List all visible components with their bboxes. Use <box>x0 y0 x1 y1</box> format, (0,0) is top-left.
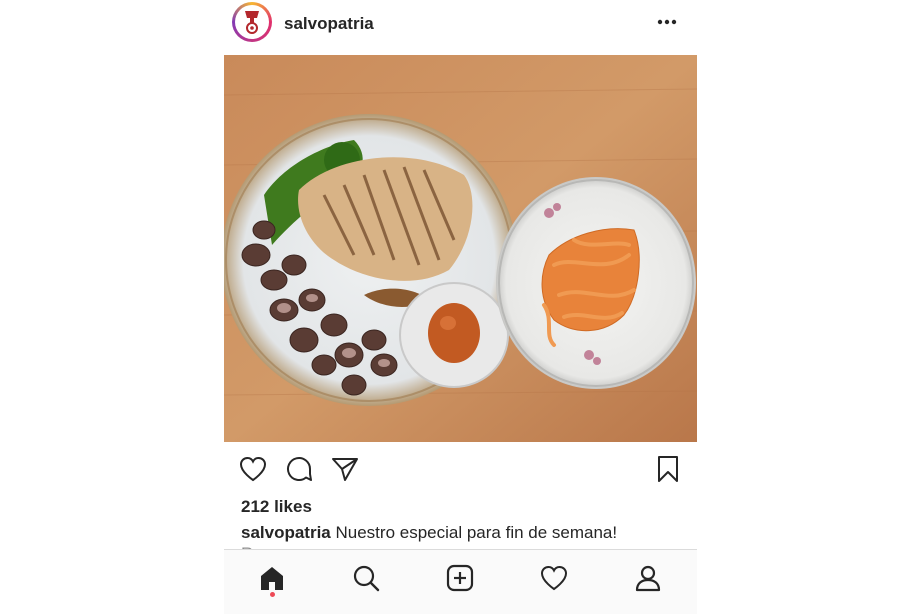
caption-username[interactable]: salvopatria <box>241 523 331 542</box>
heart-outline-icon[interactable] <box>236 452 270 486</box>
paper-plane-icon[interactable] <box>328 452 362 486</box>
likes-count[interactable]: 212 likes <box>241 497 312 517</box>
avatar-logo <box>235 5 269 39</box>
home-active-indicator <box>270 592 275 597</box>
new-post-icon[interactable] <box>440 558 480 598</box>
profile-icon[interactable] <box>628 558 668 598</box>
post-photo[interactable] <box>224 55 697 442</box>
avatar[interactable] <box>232 2 272 42</box>
post-header: salvopatria <box>224 0 697 50</box>
post-username[interactable]: salvopatria <box>284 14 374 34</box>
activity-heart-icon[interactable] <box>534 558 574 598</box>
search-icon[interactable] <box>346 558 386 598</box>
post-caption: salvopatria Nuestro especial para fin de… <box>241 523 691 543</box>
post-actions <box>224 452 697 488</box>
bookmark-icon[interactable] <box>651 452 685 486</box>
caption-text: Nuestro especial para fin de semana! <box>335 523 618 542</box>
more-options-icon[interactable] <box>653 8 681 36</box>
bottom-tab-bar <box>224 549 697 614</box>
comment-bubble-icon[interactable] <box>282 452 316 486</box>
